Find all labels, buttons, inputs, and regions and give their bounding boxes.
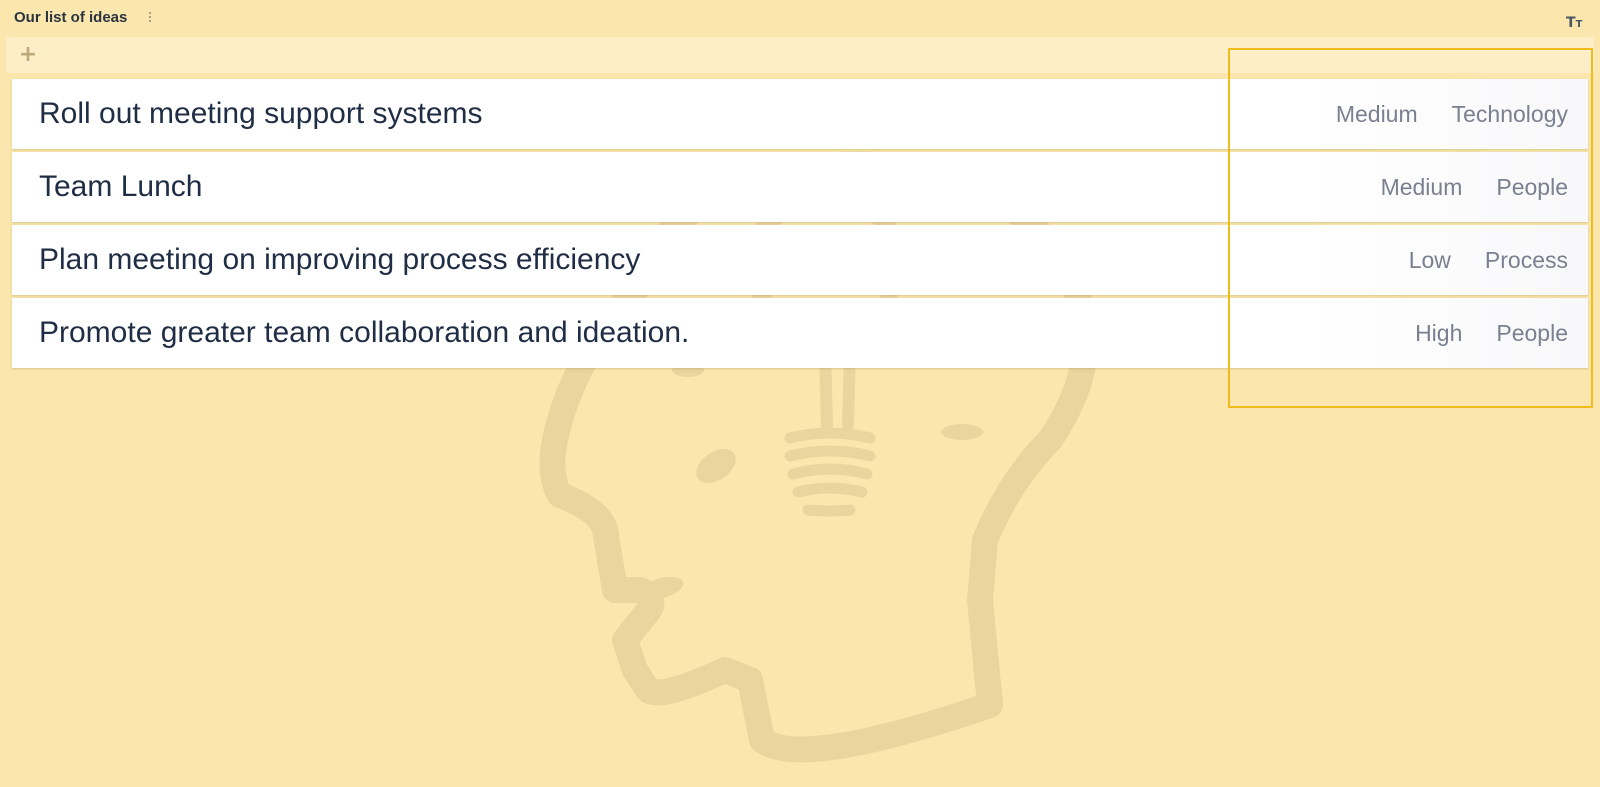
vertical-dots-icon[interactable] (146, 10, 154, 26)
idea-tags: Medium People (1381, 152, 1568, 222)
board-header: Our list of ideas TT (0, 0, 1600, 36)
text-size-icon[interactable]: TT (1566, 12, 1586, 31)
priority-tag: Medium (1335, 100, 1418, 127)
category-tag: People (1496, 173, 1568, 200)
text-size-glyph-small: T (1575, 19, 1583, 30)
idea-board: Our list of ideas TT + Roll out meeting … (0, 0, 1600, 787)
idea-title: Plan meeting on improving process effici… (39, 243, 641, 276)
text-size-glyph-large: T (1566, 15, 1576, 31)
idea-tags: Medium Technology (1336, 79, 1568, 149)
idea-tags: Low Process (1409, 225, 1568, 295)
add-idea-bar[interactable]: + (6, 37, 1594, 73)
priority-tag: Medium (1380, 173, 1463, 200)
idea-tags: High People (1415, 298, 1568, 368)
category-tag: People (1496, 319, 1568, 346)
idea-title: Team Lunch (39, 170, 203, 203)
idea-card[interactable]: Team Lunch Medium People (12, 152, 1588, 222)
ideas-list: Roll out meeting support systems Medium … (12, 79, 1588, 371)
idea-card[interactable]: Promote greater team collaboration and i… (12, 298, 1588, 368)
idea-title: Roll out meeting support systems (39, 97, 483, 130)
priority-tag: High (1415, 319, 1463, 346)
idea-card[interactable]: Roll out meeting support systems Medium … (12, 79, 1588, 149)
idea-title: Promote greater team collaboration and i… (39, 316, 690, 349)
category-tag: Process (1484, 246, 1568, 273)
board-title[interactable]: Our list of ideas (14, 9, 127, 26)
priority-tag: Low (1408, 246, 1451, 273)
plus-icon[interactable]: + (16, 43, 40, 67)
idea-card[interactable]: Plan meeting on improving process effici… (12, 225, 1588, 295)
category-tag: Technology (1451, 100, 1568, 127)
